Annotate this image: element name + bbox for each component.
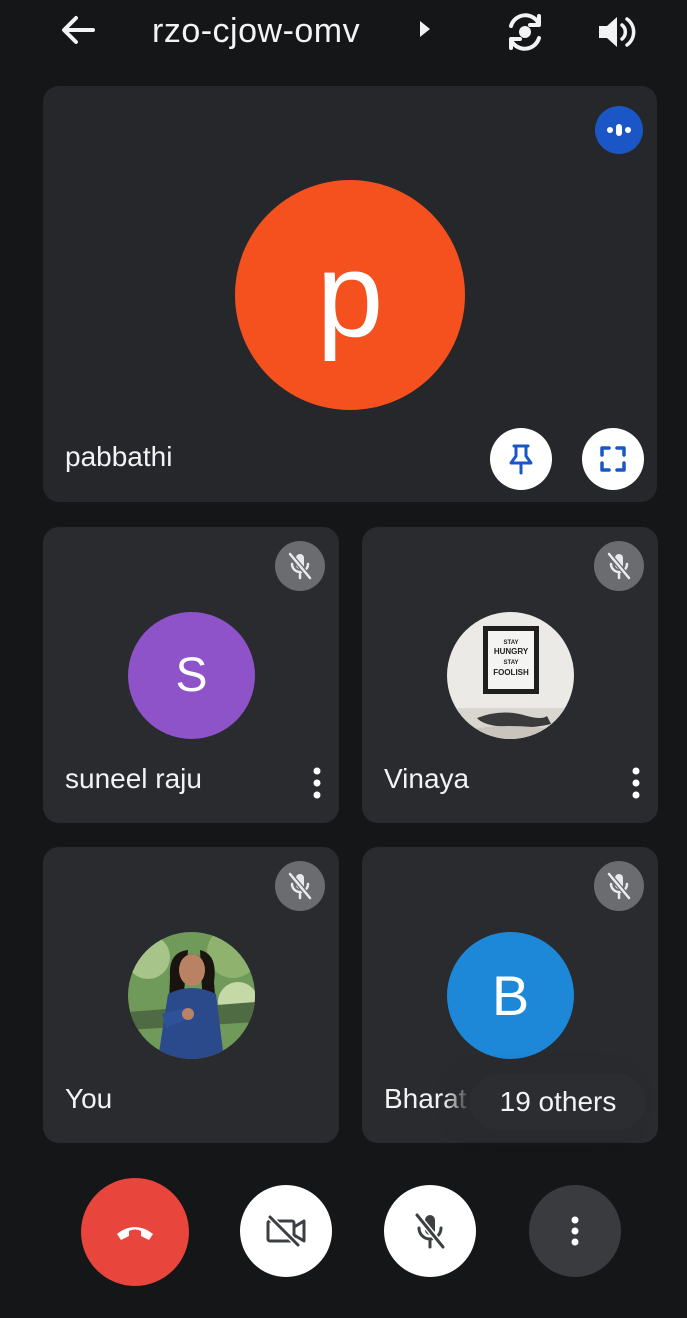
- volume-icon: [599, 17, 636, 47]
- participant-tile[interactable]: S suneel raju: [43, 527, 339, 823]
- participant-tile[interactable]: STAY HUNGRY STAY FOOLISH Vinaya: [362, 527, 658, 823]
- avatar: S: [128, 612, 255, 739]
- mic-off-icon: [607, 872, 631, 900]
- avatar-photo: [128, 932, 255, 1059]
- mic-off-icon: [414, 1213, 446, 1249]
- pin-icon: [509, 444, 533, 475]
- poster-text: STAY: [503, 640, 518, 646]
- fullscreen-icon: [600, 446, 626, 472]
- muted-indicator: [594, 861, 644, 911]
- mic-off-icon: [288, 872, 312, 900]
- switch-camera-button[interactable]: [503, 10, 547, 54]
- caret-right-icon: [420, 21, 430, 37]
- meeting-details-toggle[interactable]: [418, 19, 432, 44]
- speaking-indicator: [595, 106, 643, 154]
- mic-off-icon: [607, 552, 631, 580]
- pin-button[interactable]: [490, 428, 552, 490]
- arrow-left-icon: [62, 16, 95, 44]
- more-vert-icon: [571, 1216, 579, 1246]
- camera-flip-icon: [509, 13, 541, 51]
- back-button[interactable]: [58, 10, 98, 50]
- participant-name: suneel raju: [65, 763, 202, 794]
- top-bar: rzo-cjow-omv: [0, 0, 687, 66]
- main-participant-tile[interactable]: p pabbathi: [43, 86, 657, 502]
- end-call-button[interactable]: [81, 1178, 189, 1286]
- avatar: B: [447, 932, 574, 1059]
- participant-tile[interactable]: You: [43, 847, 339, 1143]
- videocam-off-icon: [266, 1214, 306, 1248]
- participant-options-button[interactable]: [305, 763, 329, 803]
- more-vert-icon: [632, 767, 640, 799]
- more-vert-icon: [313, 767, 321, 799]
- poster-text: HUNGRY: [494, 647, 529, 656]
- meeting-code[interactable]: rzo-cjow-omv: [152, 12, 360, 51]
- participant-name: pabbathi: [65, 441, 173, 472]
- muted-indicator: [275, 861, 325, 911]
- poster-text: STAY: [503, 660, 518, 666]
- fullscreen-button[interactable]: [582, 428, 644, 490]
- muted-indicator: [594, 541, 644, 591]
- poster-photo: STAY HUNGRY STAY FOOLISH: [447, 612, 574, 739]
- poster-text: FOOLISH: [493, 668, 529, 677]
- camera-toggle-button[interactable]: [240, 1185, 332, 1277]
- participant-name: Bharat: [384, 1083, 467, 1114]
- audio-output-button[interactable]: [594, 10, 638, 54]
- audio-level-icon: [607, 124, 631, 136]
- participant-options-button[interactable]: [624, 763, 648, 803]
- muted-indicator: [275, 541, 325, 591]
- participant-name: Vinaya: [384, 763, 470, 794]
- call-end-icon: [117, 1227, 153, 1240]
- participant-name: You: [65, 1083, 113, 1114]
- others-chip[interactable]: 19 others: [470, 1074, 646, 1130]
- avatar: p: [235, 180, 465, 410]
- more-options-button[interactable]: [529, 1185, 621, 1277]
- avatar-photo: STAY HUNGRY STAY FOOLISH: [447, 612, 574, 739]
- mic-off-icon: [288, 552, 312, 580]
- mic-toggle-button[interactable]: [384, 1185, 476, 1277]
- profile-photo: [128, 932, 255, 1059]
